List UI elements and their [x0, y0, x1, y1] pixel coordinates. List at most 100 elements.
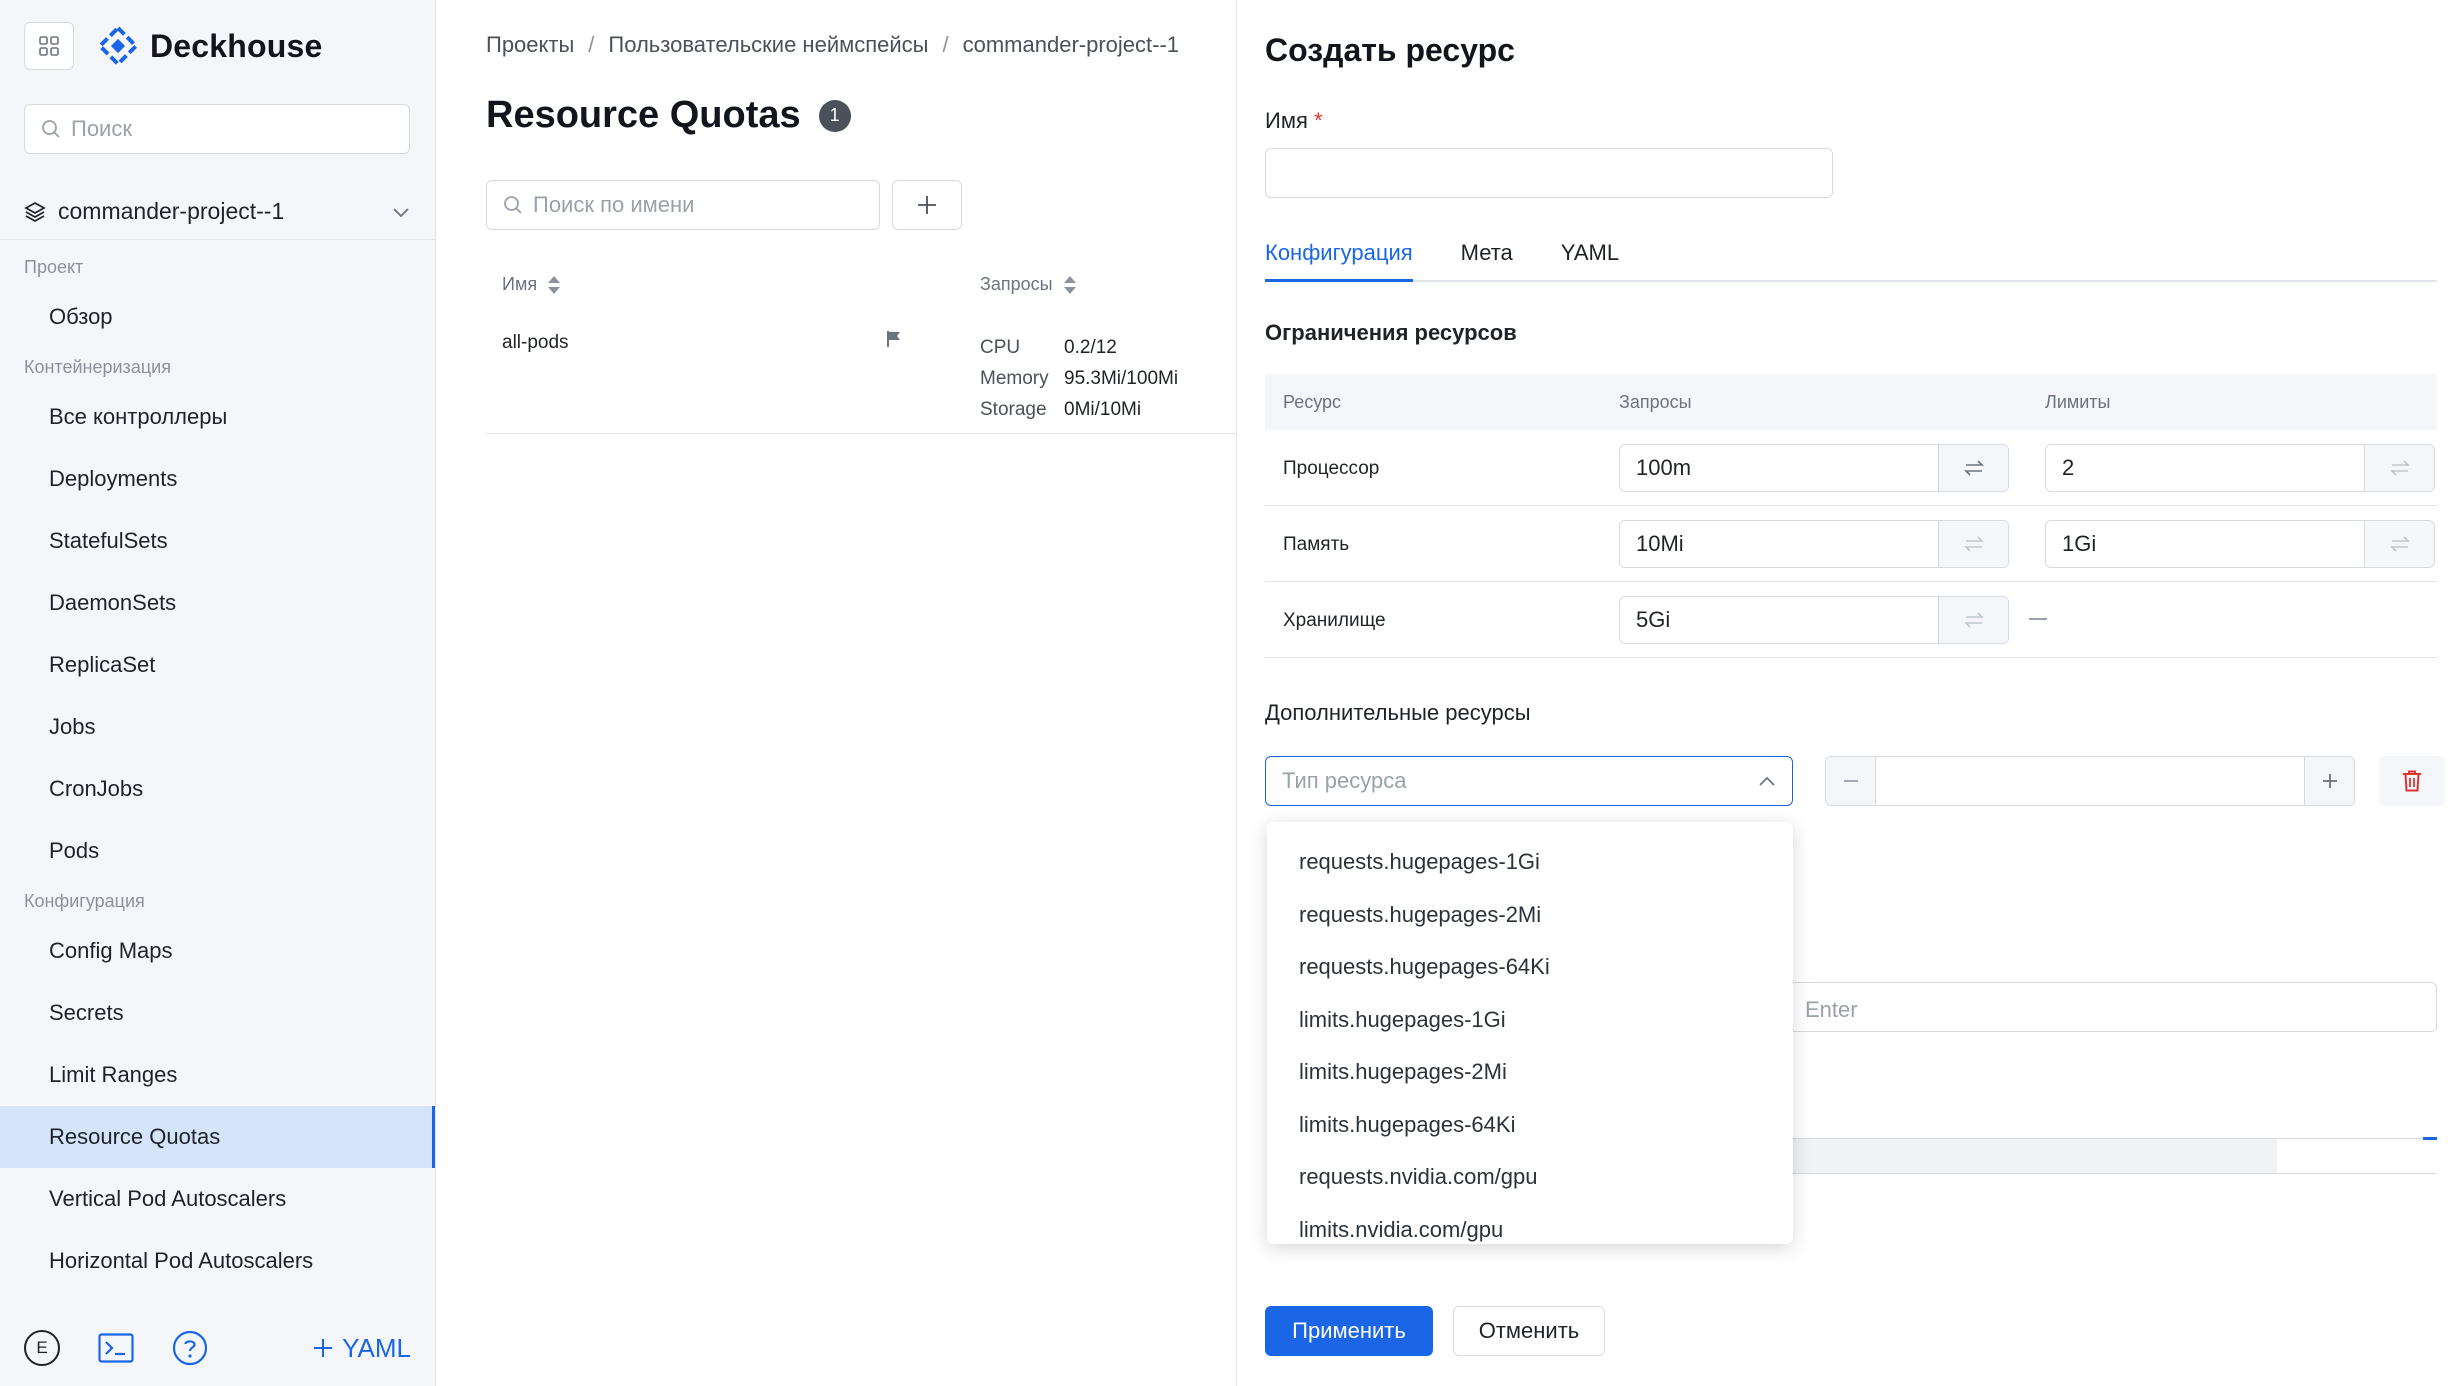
dropdown-option[interactable]: limits.hugepages-64Ki	[1267, 1099, 1793, 1152]
sidebar-item-secrets[interactable]: Secrets	[0, 982, 435, 1044]
name-input[interactable]	[1265, 148, 1833, 198]
unit-toggle-button[interactable]	[1938, 521, 2008, 567]
delete-resource-button[interactable]	[2379, 756, 2445, 806]
panel-title: Создать ресурс	[1265, 32, 1515, 68]
sidebar-search-input[interactable]	[71, 116, 371, 142]
resource-type-select[interactable]: Тип ресурса	[1265, 756, 1793, 806]
cpu-limit-input[interactable]: 2	[2045, 444, 2435, 492]
cpu-request-input[interactable]: 100m	[1619, 444, 2009, 492]
sidebar-item-limit-ranges[interactable]: Limit Ranges	[0, 1044, 435, 1106]
quota-value: 0Mi/10Mi	[1064, 399, 1142, 420]
dropdown-option[interactable]: requests.hugepages-1Gi	[1267, 836, 1793, 889]
flag-icon	[887, 331, 900, 347]
cpu-request-value[interactable]: 100m	[1620, 445, 1938, 491]
memory-request-input[interactable]: 10Mi	[1619, 520, 2009, 568]
memory-limit-input[interactable]: 1Gi	[2045, 520, 2435, 568]
storage-request-input[interactable]: 5Gi	[1619, 596, 2009, 644]
swap-icon	[1963, 612, 1984, 628]
sidebar-item-config-maps[interactable]: Config Maps	[0, 920, 435, 982]
tab-configuration[interactable]: Конфигурация	[1265, 236, 1413, 282]
resource-quotas-list: Проекты / Пользовательские неймспейсы / comm…	[436, 0, 1236, 1386]
breadcrumb-separator: /	[588, 32, 595, 57]
breadcrumb-item-namespaces[interactable]: Пользовательские неймспейсы	[608, 32, 928, 57]
column-header-name[interactable]: Имя	[502, 274, 561, 295]
sidebar-item-resource-quotas[interactable]: Resource Quotas	[0, 1106, 435, 1168]
sort-icon	[1063, 275, 1076, 294]
resource-amount-stepper[interactable]	[1825, 756, 2355, 806]
row-resource-label: Хранилище	[1283, 610, 1386, 631]
page-title-text: Resource Quotas	[486, 94, 801, 136]
resource-amount-input[interactable]	[1876, 757, 2304, 805]
sidebar-item-daemonsets[interactable]: DaemonSets	[0, 572, 435, 634]
name-field-label: Имя *	[1265, 108, 1323, 134]
row-quotas: CPU 0.2/12 Memory 95.3Mi/100Mi Storage 0Mi/…	[980, 332, 1178, 425]
terminal-icon[interactable]	[98, 1333, 134, 1363]
breadcrumb-item-projects[interactable]: Проекты	[486, 32, 574, 57]
avatar[interactable]: E	[24, 1330, 60, 1366]
header-limits: Лимиты	[2045, 392, 2111, 412]
apply-button[interactable]: Применить	[1265, 1306, 1433, 1356]
dropdown-option[interactable]: limits.nvidia.com/gpu	[1267, 1204, 1793, 1245]
breadcrumb-item-project[interactable]: commander-project--1	[963, 32, 1179, 57]
grid-icon	[39, 36, 59, 56]
row-name[interactable]: all-pods	[502, 332, 569, 354]
table-row[interactable]: all-pods CPU 0.2/12 Memory 95.3Mi/100Mi St…	[486, 318, 1236, 434]
limit-row-memory: Память 10Mi 1Gi	[1265, 506, 2437, 582]
create-resource-panel: Создать ресурс Имя * Конфигурация Мета Y…	[1236, 0, 2464, 1386]
quota-key: Storage	[980, 399, 1047, 420]
memory-limit-value[interactable]: 1Gi	[2046, 521, 2364, 567]
extra-resources-title: Дополнительные ресурсы	[1265, 700, 1531, 725]
plus-icon	[314, 1339, 333, 1357]
dropdown-option[interactable]: requests.hugepages-64Ki	[1267, 941, 1793, 994]
sidebar-item-jobs[interactable]: Jobs	[0, 696, 435, 758]
storage-request-value[interactable]: 5Gi	[1620, 597, 1938, 643]
list-search[interactable]	[486, 180, 880, 230]
app-grid-button[interactable]	[24, 22, 74, 70]
dropdown-option[interactable]: requests.nvidia.com/gpu	[1267, 1151, 1793, 1204]
sidebar-search[interactable]	[24, 104, 410, 154]
storage-limit-empty	[2029, 618, 2047, 620]
cpu-limit-value[interactable]: 2	[2046, 445, 2364, 491]
add-resource-button[interactable]	[892, 180, 962, 230]
column-name-label: Имя	[502, 274, 538, 294]
column-header-requests[interactable]: Запросы	[980, 274, 1077, 295]
plus-icon	[2322, 774, 2337, 788]
sidebar-item-vertical-pod-autoscalers[interactable]: Vertical Pod Autoscalers	[0, 1168, 435, 1230]
dropdown-option[interactable]: limits.hugepages-2Mi	[1267, 1046, 1793, 1099]
dropdown-option[interactable]: requests.hugepages-2Mi	[1267, 889, 1793, 942]
sidebar-item-all-controllers[interactable]: Все контроллеры	[0, 386, 435, 448]
row-resource-label: Процессор	[1283, 458, 1380, 479]
sidebar-footer: E YAML	[0, 1310, 435, 1386]
sidebar-item-replicaset[interactable]: ReplicaSet	[0, 634, 435, 696]
project-selector[interactable]: commander-project--1	[0, 184, 435, 240]
tab-meta[interactable]: Мета	[1461, 236, 1513, 282]
unit-toggle-button[interactable]	[2364, 445, 2434, 491]
sort-icon	[548, 275, 561, 294]
tab-yaml[interactable]: YAML	[1561, 236, 1619, 282]
chevron-down-icon	[393, 207, 409, 217]
logo[interactable]: Deckhouse	[98, 22, 323, 70]
sidebar: Deckhouse commander-project--1 Проект Об…	[0, 0, 436, 1386]
sidebar-item-pods[interactable]: Pods	[0, 820, 435, 882]
decrement-button[interactable]	[1826, 757, 1876, 805]
help-icon[interactable]	[172, 1330, 208, 1366]
memory-request-value[interactable]: 10Mi	[1620, 521, 1938, 567]
obscured-input[interactable]: Enter	[1777, 982, 2437, 1032]
sidebar-item-overview[interactable]: Обзор	[0, 286, 435, 348]
create-yaml-button[interactable]: YAML	[312, 1333, 411, 1364]
swap-icon	[2389, 460, 2410, 476]
sidebar-item-horizontal-pod-autoscalers[interactable]: Horizontal Pod Autoscalers	[0, 1230, 435, 1292]
sidebar-item-statefulsets[interactable]: StatefulSets	[0, 510, 435, 572]
unit-toggle-button[interactable]	[2364, 521, 2434, 567]
list-search-input[interactable]	[533, 192, 853, 218]
sidebar-item-deployments[interactable]: Deployments	[0, 448, 435, 510]
table-header: Имя Запросы	[486, 266, 1236, 306]
unit-toggle-button[interactable]	[1938, 597, 2008, 643]
quota-key: CPU	[980, 337, 1021, 358]
cancel-button[interactable]: Отменить	[1453, 1306, 1605, 1356]
increment-button[interactable]	[2304, 757, 2354, 805]
nav-group-project: Проект	[24, 257, 84, 277]
unit-toggle-button[interactable]	[1938, 445, 2008, 491]
sidebar-item-cronjobs[interactable]: CronJobs	[0, 758, 435, 820]
dropdown-option[interactable]: limits.hugepages-1Gi	[1267, 994, 1793, 1047]
